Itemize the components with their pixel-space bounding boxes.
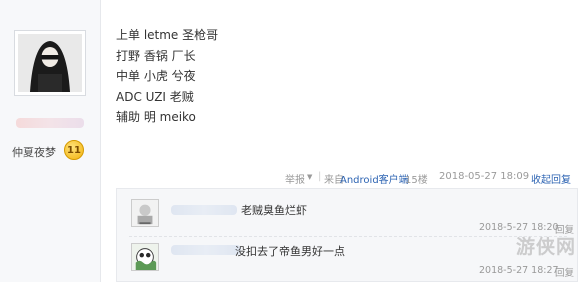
reply-avatar[interactable]: [131, 199, 159, 227]
report-link[interactable]: 举报: [285, 171, 305, 186]
reply-avatar-image: [132, 244, 158, 270]
client-source-link[interactable]: Android客户端: [340, 171, 409, 186]
post-timestamp: 2018-05-27 18:09: [439, 171, 530, 182]
post-line: 中单 小虎 兮夜: [116, 69, 196, 83]
reply-avatar-image: [132, 200, 158, 226]
reply-avatar[interactable]: [131, 243, 159, 271]
dropdown-caret-icon[interactable]: ▼: [307, 173, 312, 181]
post-line: 上单 letme 圣枪哥: [116, 28, 219, 42]
meta-separator: |: [318, 171, 322, 182]
reply-author-blurred[interactable]: [171, 205, 237, 215]
level-badge-icon: 11: [64, 140, 84, 160]
blurred-title: [16, 118, 84, 128]
reply-timestamp: 2018-5-27 18:27: [479, 265, 559, 276]
post-line: 打野 香锅 厂长: [116, 48, 196, 63]
floor-number: 15楼: [405, 175, 428, 186]
author-avatar[interactable]: [14, 30, 86, 96]
avatar-image: [18, 34, 82, 92]
author-name[interactable]: 仲夏夜梦: [12, 144, 56, 160]
post-line: 辅助 明 meiko: [116, 110, 196, 124]
post-meta-bar: 举报 ▼ | 来自 Android客户端 15楼 2018-05-27 18:0…: [0, 169, 584, 186]
collapse-replies-link[interactable]: 收起回复: [531, 171, 571, 186]
reply-author-blurred[interactable]: [171, 245, 241, 255]
reply-button[interactable]: 回复: [555, 265, 574, 279]
site-watermark: 游侠网: [515, 236, 576, 258]
reply-text: 老贼臭鱼烂虾: [241, 204, 307, 217]
reply-divider: [129, 236, 567, 238]
author-panel: 仲夏夜梦 11: [0, 0, 101, 282]
post-content: 上单 letme 圣枪哥 打野 香锅 厂长 中单 小虎 兮夜 ADC UZI 老…: [116, 25, 218, 128]
post-line: ADC UZI 老贼: [116, 89, 194, 104]
reply-text: 没扣去了帝鱼男好一点: [235, 245, 345, 258]
reply-list: 老贼臭鱼烂虾 2018-5-27 18:20 回复 没扣去了帝鱼男好一点 201…: [116, 188, 578, 282]
